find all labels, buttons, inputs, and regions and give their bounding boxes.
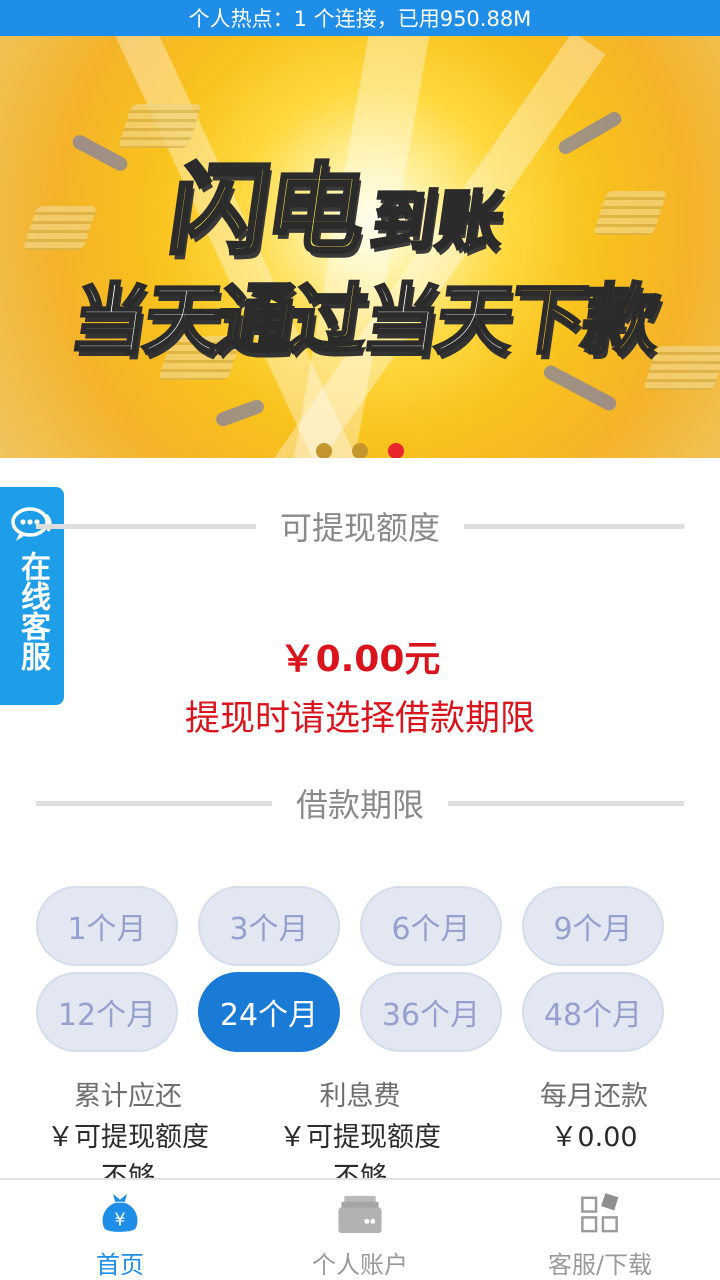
divider-line [464, 523, 685, 529]
banner-subheadline-part: 下款 [502, 274, 664, 366]
carousel-indicator [0, 443, 720, 458]
summary-total-label: 累计应还 [74, 1081, 182, 1112]
term-option-3[interactable]: 3个月 [198, 886, 340, 966]
summary-monthly-value: ￥0.00 [550, 1122, 638, 1153]
banner-subheadline-part: 当天 [64, 274, 226, 366]
term-option-6[interactable]: 6个月 [360, 886, 502, 966]
banner-subheadline-part: 当天 [356, 274, 518, 366]
term-option-36[interactable]: 36个月 [360, 972, 502, 1052]
divider-line [36, 523, 256, 529]
banner-streak [214, 397, 266, 429]
carousel-dot[interactable] [352, 443, 368, 458]
term-option-48[interactable]: 48个月 [522, 972, 664, 1052]
status-bar-text: 个人热点：1 个连接，已用950.88M [188, 7, 532, 31]
banner-streak [556, 109, 624, 157]
summary-monthly: 每月还款 ￥0.00 [474, 1078, 714, 1158]
tab-account-label: 个人账户 [312, 1251, 408, 1279]
divider-line [36, 800, 272, 806]
banner-headline-big: 闪电 [161, 152, 373, 270]
status-bar: 个人热点：1 个连接，已用950.88M [0, 0, 720, 36]
withdraw-section-title: 可提现额度 [36, 503, 685, 549]
banner-headline: 闪电 到账 [161, 131, 510, 270]
loan-term-section-title: 借款期限 [36, 780, 685, 826]
tab-service-download[interactable]: 客服/下载 [480, 1180, 720, 1280]
term-option-1[interactable]: 1个月 [36, 886, 178, 966]
summary-total-value-line2: 不够 [101, 1162, 155, 1178]
grid-apps-icon [581, 1193, 619, 1233]
tab-account[interactable]: 个人账户 [240, 1180, 480, 1280]
tab-home[interactable]: ¥ 首页 [0, 1180, 240, 1280]
promo-banner[interactable]: 闪电 到账 当天 通过 当天 下款 [0, 36, 720, 458]
banner-streak [541, 363, 619, 413]
summary-interest-value-line2: 不够 [333, 1162, 387, 1178]
term-option-24-selected[interactable]: 24个月 [198, 972, 340, 1052]
term-option-9[interactable]: 9个月 [522, 886, 664, 966]
tab-home-label: 首页 [96, 1251, 144, 1279]
withdraw-amount: ￥0.00元 [279, 639, 441, 680]
banner-headline-small: 到账 [364, 182, 510, 262]
withdraw-hint: 提现时请选择借款期限 [184, 699, 535, 739]
carousel-dot[interactable] [316, 443, 332, 458]
term-option-12[interactable]: 12个月 [36, 972, 178, 1052]
summary-interest-label: 利息费 [319, 1081, 401, 1112]
svg-text:¥: ¥ [114, 1210, 125, 1230]
cash-stack-icon [22, 206, 98, 250]
summary-total-value: ￥可提现额度 [47, 1122, 209, 1153]
summary-total: 累计应还 ￥可提现额度 不够 [8, 1078, 248, 1178]
summary-interest: 利息费 ￥可提现额度 不够 [240, 1078, 480, 1178]
repayment-summary: 累计应还 ￥可提现额度 不够 利息费 ￥可提现额度 不够 每月还款 ￥0.00 [0, 1078, 720, 1178]
bottom-tab-bar: ¥ 首页 个人账户 客服/下载 [0, 1178, 720, 1280]
summary-monthly-label: 每月还款 [540, 1081, 648, 1112]
withdraw-title-label: 可提现额度 [280, 509, 441, 547]
carousel-dot-active[interactable] [388, 443, 404, 458]
banner-subheadline-part: 通过 [210, 274, 372, 366]
banner-subheadline: 当天 通过 当天 下款 [30, 258, 700, 368]
cash-stack-icon [592, 191, 668, 235]
money-bag-icon: ¥ [102, 1193, 138, 1232]
loan-term-title-label: 借款期限 [296, 786, 425, 824]
tab-service-download-label: 客服/下载 [547, 1251, 653, 1279]
wallet-icon [338, 1195, 382, 1234]
divider-line [448, 800, 685, 806]
summary-interest-value: ￥可提现额度 [279, 1122, 441, 1153]
